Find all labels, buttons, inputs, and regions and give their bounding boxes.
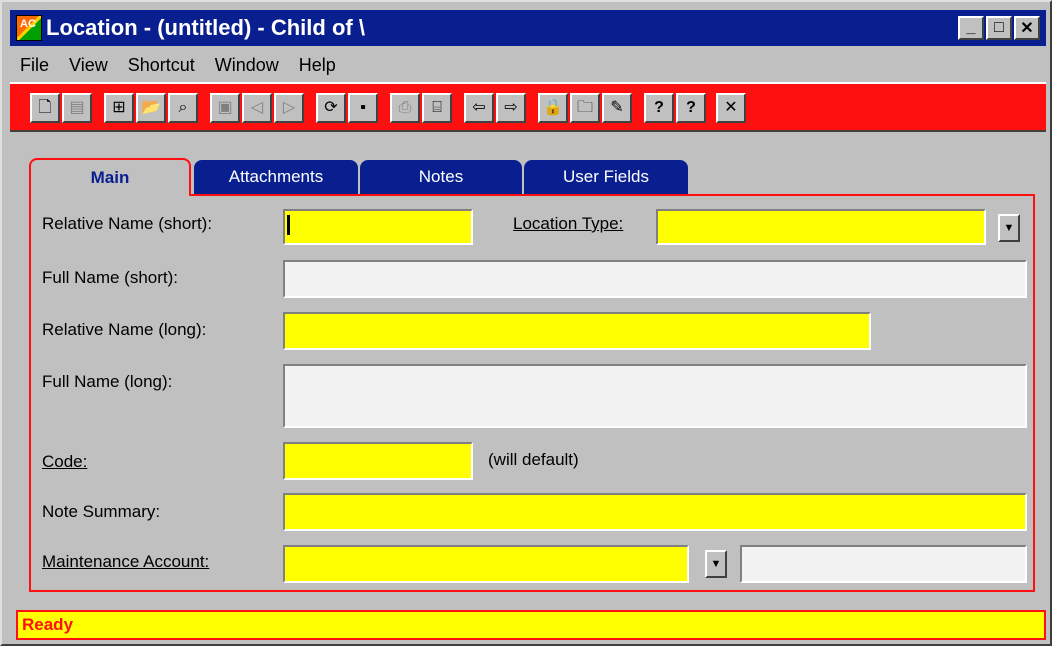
save-icon[interactable]: ▪ — [348, 93, 378, 123]
previous-record-icon[interactable]: ◁ — [242, 93, 272, 123]
title-bar[interactable]: AC Location - (untitled) - Child of \ _ … — [10, 10, 1046, 46]
location-type-dropdown-icon[interactable]: ▼ — [998, 214, 1020, 242]
maintenance-account-label: Maintenance Account: — [42, 552, 210, 571]
menu-view[interactable]: View — [59, 55, 118, 76]
location-type-select[interactable] — [656, 209, 986, 245]
relative-name-long-input[interactable] — [283, 312, 871, 350]
window-title: Location - (untitled) - Child of \ — [46, 15, 365, 40]
relative-name-short-label: Relative Name (short): — [42, 214, 213, 233]
new-document-icon[interactable]: 🗋 — [30, 93, 60, 123]
location-type-label: Location Type: — [513, 214, 624, 233]
tab-notes[interactable]: Notes — [360, 160, 522, 194]
first-record-icon[interactable]: ▣ — [210, 93, 240, 123]
toolbar: 🗋 ▤ ⊞ 📂 ⌕ ▣ ◁ ▷ ⟳ ▪ ⎙ ⌸ ⇦ ⇨ 🔒 🗀 ✎ ? ? ✕ — [10, 82, 1046, 132]
back-icon[interactable]: ⇦ — [464, 93, 494, 123]
status-text: Ready — [22, 615, 74, 634]
tab-main[interactable]: Main — [29, 158, 191, 196]
maintenance-account-description — [740, 545, 1027, 583]
menu-window[interactable]: Window — [205, 55, 289, 76]
next-record-icon[interactable]: ▷ — [274, 93, 304, 123]
note-summary-label: Note Summary: — [42, 502, 161, 521]
full-name-long-label: Full Name (long): — [42, 372, 173, 391]
code-input[interactable] — [283, 442, 473, 480]
maintenance-account-select[interactable] — [283, 545, 689, 583]
menu-help[interactable]: Help — [289, 55, 346, 76]
app-icon[interactable]: AC — [16, 15, 42, 41]
copy-record-icon[interactable]: ▤ — [62, 93, 92, 123]
text-caret — [287, 215, 290, 235]
refresh-icon[interactable]: ⟳ — [316, 93, 346, 123]
menu-bar: File View Shortcut Window Help — [10, 50, 346, 80]
open-folder-icon[interactable]: 📂 — [136, 93, 166, 123]
code-label: Code: — [42, 452, 88, 471]
code-default-hint: (will default) — [488, 450, 579, 469]
help-icon[interactable]: ? — [644, 93, 674, 123]
tree-view-icon[interactable]: ⊞ — [104, 93, 134, 123]
print-icon[interactable]: ⎙ — [390, 93, 420, 123]
minimize-button[interactable]: _ — [958, 16, 984, 40]
close-icon[interactable]: ✕ — [716, 93, 746, 123]
menu-file[interactable]: File — [10, 55, 59, 76]
menu-shortcut[interactable]: Shortcut — [118, 55, 205, 76]
relative-name-long-label: Relative Name (long): — [42, 320, 207, 339]
close-button[interactable]: ✕ — [1014, 16, 1040, 40]
full-name-short-field — [283, 260, 1027, 298]
folder-icon[interactable]: 🗀 — [570, 93, 600, 123]
status-bar: Ready — [16, 610, 1046, 640]
context-help-icon[interactable]: ? — [676, 93, 706, 123]
forward-icon[interactable]: ⇨ — [496, 93, 526, 123]
note-summary-input[interactable] — [283, 493, 1027, 531]
search-records-icon[interactable]: ⌕ — [168, 93, 198, 123]
tab-user-fields[interactable]: User Fields — [524, 160, 688, 194]
full-name-long-field — [283, 364, 1027, 428]
full-name-short-label: Full Name (short): — [42, 268, 179, 287]
maintenance-account-dropdown-icon[interactable]: ▼ — [705, 550, 727, 578]
print-preview-icon[interactable]: ⌸ — [422, 93, 452, 123]
maximize-button[interactable]: □ — [986, 16, 1012, 40]
relative-name-short-input[interactable] — [283, 209, 473, 245]
application-window: AC Location - (untitled) - Child of \ _ … — [0, 0, 1052, 646]
delete-icon[interactable]: ✎ — [602, 93, 632, 123]
lock-icon[interactable]: 🔒 — [538, 93, 568, 123]
tab-attachments[interactable]: Attachments — [194, 160, 358, 194]
